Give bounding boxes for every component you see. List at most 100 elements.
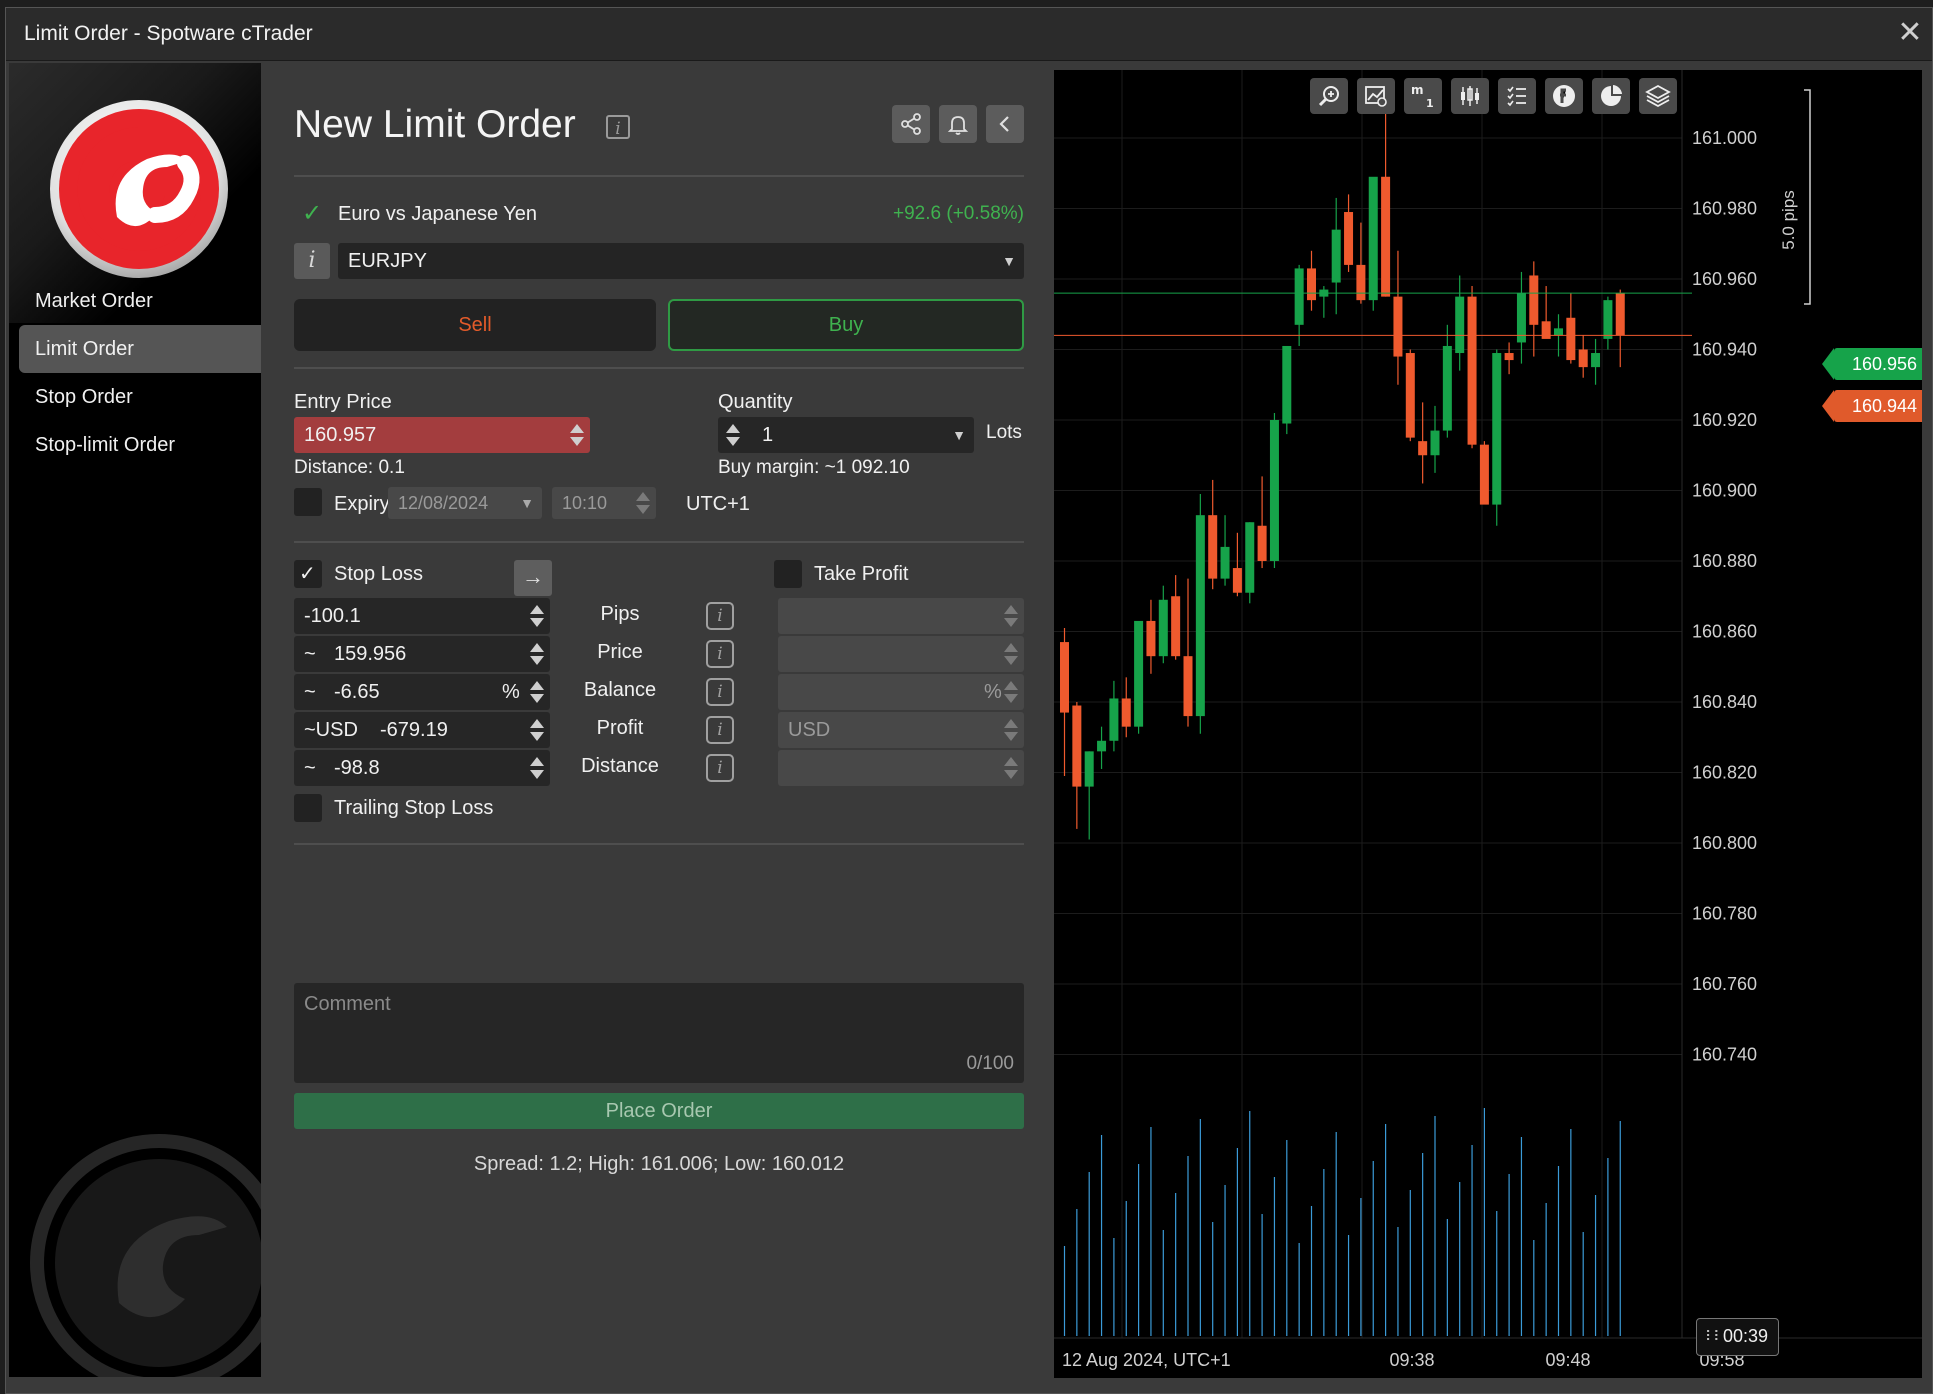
tp-profit-input[interactable]: USD [778,712,1024,748]
take-profit-label: Take Profit [814,563,909,585]
approx-prefix: ~ [304,643,316,665]
entry-price-input[interactable]: 160.957 [294,417,590,453]
sidebar-item-stop-order[interactable]: Stop Order [19,373,261,421]
distance-info-icon[interactable]: i [706,754,734,782]
expiry-date-value: 12/08/2024 [398,493,489,513]
stepper-icon[interactable] [1004,604,1018,628]
tp-price-input[interactable] [778,636,1024,672]
title-info-icon[interactable]: i [606,115,630,139]
sl-pips-input[interactable]: -100.1 [294,598,550,634]
layers-button[interactable] [1639,78,1677,114]
chart-settings-button[interactable] [1357,78,1395,114]
x-tick-label: 09:38 [1389,1350,1434,1370]
arrow-right-icon[interactable]: → [514,560,552,596]
chart-canvas[interactable]: 161.000 160.980 160.960 160.940 160.920 160.9… [1054,70,1922,1378]
candle-body [1220,546,1230,579]
cbot-button[interactable] [1545,78,1583,114]
tp-pips-input[interactable] [778,598,1024,634]
stepper-icon[interactable] [530,642,544,666]
candle-body [1208,515,1218,579]
indicators-button[interactable] [1498,78,1536,114]
caret-down-icon: ▼ [1002,253,1016,269]
sl-price-input[interactable]: ~ 159.956 [294,636,550,672]
sidebar-item-stop-limit-order[interactable]: Stop-limit Order [19,421,261,469]
sl-balance-input[interactable]: ~ -6.65 % [294,674,550,710]
divider [294,843,1024,845]
stepper-icon[interactable] [1004,718,1018,742]
y-tick-label: 160.820 [1692,763,1757,783]
buy-button[interactable]: Buy [668,299,1024,351]
sell-button[interactable]: Sell [294,299,656,351]
share-button[interactable] [892,105,930,143]
tp-distance-input[interactable] [778,750,1024,786]
expiry-date-input[interactable]: 12/08/2024 ▼ [388,487,542,519]
candle-body [1307,268,1316,301]
lots-label: Lots [986,422,1022,443]
collapse-button[interactable] [986,105,1024,143]
stepper-icon[interactable] [636,491,650,515]
trailing-stop-label: Trailing Stop Loss [334,797,494,819]
alert-button[interactable] [939,105,977,143]
pips-info-icon[interactable]: i [706,602,734,630]
sl-price-value: 159.956 [334,643,407,665]
candle-timer[interactable]: ⠇⠇ 00:39 [1696,1318,1780,1356]
y-tick-label: 160.920 [1692,410,1757,430]
stepper-icon[interactable] [1004,680,1018,704]
close-icon[interactable]: ✕ [1894,18,1926,50]
symbol-info-icon[interactable]: i [294,243,330,279]
stepper-icon[interactable] [1004,642,1018,666]
symbol-select[interactable]: EURJPY ▼ [338,243,1024,279]
candle-body [1578,349,1588,368]
take-profit-checkbox[interactable] [774,560,802,588]
trailing-stop-checkbox[interactable] [294,794,322,822]
candle-body [1171,596,1181,657]
instrument-name: Euro vs Japanese Yen [338,203,538,225]
price-info-icon[interactable]: i [706,640,734,668]
x-date-label: 12 Aug 2024, UTC+1 [1062,1350,1231,1370]
caret-down-icon[interactable]: ▼ [952,417,966,453]
sl-profit-input[interactable]: ~USD -679.19 [294,712,550,748]
svg-text:m: m [1411,83,1424,97]
page-title: New Limit Order [294,103,576,146]
candle-body [1368,176,1378,301]
chevron-left-icon [999,116,1009,132]
candle-body [1504,353,1514,361]
candle-timer-value: 00:39 [1723,1326,1769,1346]
calendar-caret-icon[interactable]: ▼ [520,487,534,519]
timeframe-button[interactable]: m1 [1404,78,1442,114]
distance-text: Distance: 0.1 [294,457,405,478]
place-order-button[interactable]: Place Order [294,1093,1024,1129]
stepper-icon[interactable] [570,423,584,447]
candle-body [1479,444,1489,505]
chart-type-button[interactable] [1451,78,1489,114]
quantity-input[interactable]: 1 ▼ [718,417,974,453]
sl-distance-input[interactable]: ~ -98.8 [294,750,550,786]
stepper-icon[interactable] [530,680,544,704]
stepper-icon[interactable] [1004,756,1018,780]
y-tick-label: 160.940 [1692,340,1757,360]
balance-info-icon[interactable]: i [706,678,734,706]
sentiment-button[interactable] [1592,78,1630,114]
candle-body [1591,353,1601,368]
daily-change: +92.6 (+0.58%) [893,203,1024,224]
stepper-icon[interactable] [530,604,544,628]
stepper-icon[interactable] [530,718,544,742]
sidebar-item-limit-order[interactable]: Limit Order [19,325,261,373]
sidebar-item-market-order[interactable]: Market Order [19,277,261,325]
expiry-checkbox[interactable] [294,488,322,516]
comment-textarea[interactable]: Comment 0/100 [294,983,1024,1083]
zoom-button[interactable] [1310,78,1348,114]
sentiment-icon [1601,85,1622,106]
profit-info-icon[interactable]: i [706,716,734,744]
price-chart[interactable]: 161.000 160.980 160.960 160.940 160.920 160.9… [1054,70,1922,1378]
tp-balance-input[interactable]: % [778,674,1024,710]
stop-loss-checkbox[interactable] [294,560,322,588]
timeframe-m1-icon: m1 [1411,83,1434,110]
drag-handle-icon[interactable]: ⠇⠇ [1705,1319,1723,1353]
order-form: New Limit Order i ✓ Euro vs Japanese Yen… [288,63,1028,1377]
y-tick-label: 160.780 [1692,904,1757,924]
expiry-time-input[interactable]: 10:10 [552,487,656,519]
stepper-icon[interactable] [530,756,544,780]
stepper-icon[interactable] [726,423,740,447]
candle-body [1158,599,1168,657]
